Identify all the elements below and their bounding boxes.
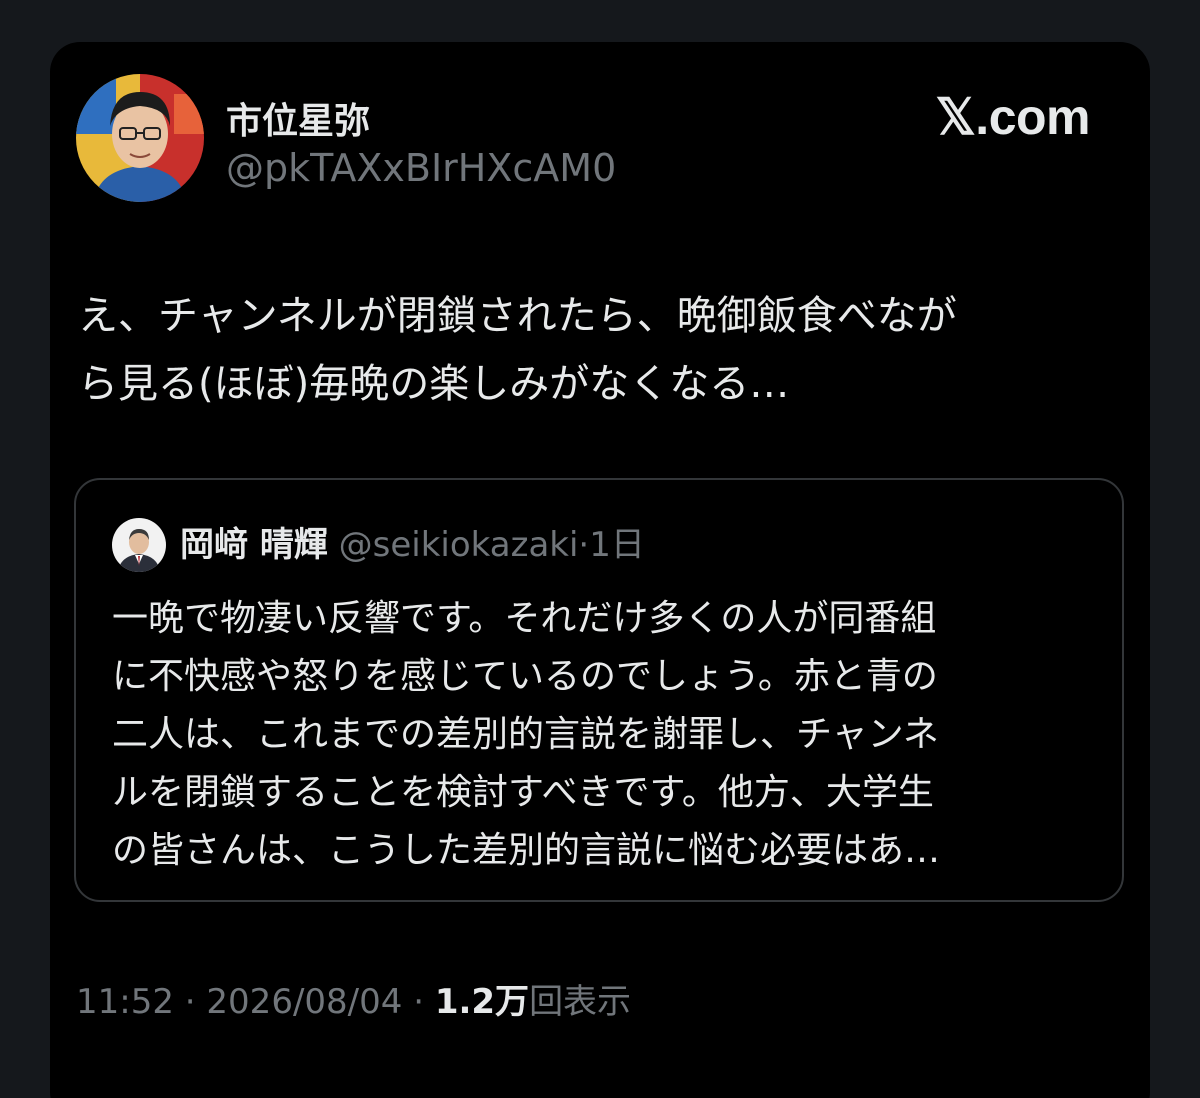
post-card: 市位星弥 @pkTAXxBIrHXcAM0 𝕏.com え、チャンネルが閉鎖され…: [50, 42, 1150, 1098]
author-display-name[interactable]: 市位星弥: [226, 92, 370, 144]
quoted-author-display-name[interactable]: 岡﨑 晴輝: [180, 525, 328, 565]
profile-photo-icon: [76, 74, 204, 202]
separator-dot: ·: [402, 982, 435, 1022]
author-handle[interactable]: @pkTAXxBIrHXcAM0: [226, 146, 616, 190]
post-text-line: ら見る(ほぼ)毎晩の楽しみがなくなる…: [78, 361, 790, 407]
x-logo-watermark: 𝕏.com: [935, 89, 1091, 145]
quoted-text-line: 一晩で物凄い反響です。それだけ多くの人が同番組: [112, 598, 937, 639]
quoted-post-text: 一晩で物凄い反響です。それだけ多くの人が同番組 に不快感や怒りを感じているのでし…: [112, 590, 1102, 880]
separator-dot: ·: [173, 982, 207, 1022]
quoted-text-line: の皆さんは、こうした差別的言説に悩む必要はあ…: [112, 830, 941, 871]
views-count[interactable]: 1.2万: [435, 982, 529, 1022]
profile-photo-icon: [112, 518, 166, 572]
separator-dot: ·: [578, 525, 590, 565]
quoted-author-avatar[interactable]: [112, 518, 166, 572]
quoted-text-line: ルを閉鎖することを検討すべきです。他方、大学生: [112, 772, 934, 813]
quoted-author-handle[interactable]: @seikiokazaki: [339, 525, 579, 565]
quoted-text-line: に不快感や怒りを感じているのでしょう。赤と青の: [112, 656, 938, 697]
post-text: え、チャンネルが閉鎖されたら、晩御飯食べなが ら見る(ほぼ)毎晩の楽しみがなくな…: [78, 282, 1098, 418]
quoted-text-line: 二人は、これまでの差別的言説を謝罪し、チャンネ: [112, 714, 939, 755]
quoted-post-time[interactable]: 1日: [589, 525, 645, 565]
post-time[interactable]: 11:52: [76, 982, 174, 1022]
post-text-line: え、チャンネルが閉鎖されたら、晩御飯食べなが: [78, 293, 957, 339]
author-avatar[interactable]: [76, 74, 204, 202]
post-meta: 11:52 · 2026/08/04 · 1.2万回表示: [76, 974, 631, 1023]
views-label: 回表示: [529, 982, 632, 1022]
quoted-post[interactable]: 岡﨑 晴輝 @seikiokazaki·1日 一晩で物凄い反響です。それだけ多く…: [74, 478, 1124, 902]
quoted-post-header: 岡﨑 晴輝 @seikiokazaki·1日: [180, 522, 645, 568]
post-date[interactable]: 2026/08/04: [206, 982, 402, 1022]
